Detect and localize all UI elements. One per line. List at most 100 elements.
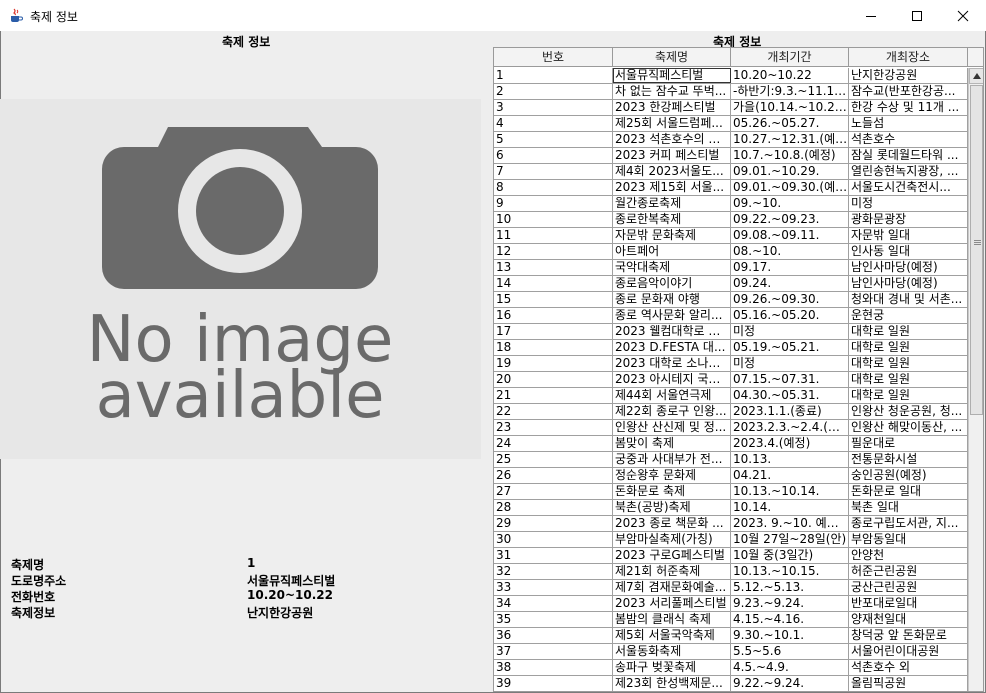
cell-venue[interactable]: 난지한강공원: [849, 68, 968, 83]
cell-number[interactable]: 28: [494, 500, 613, 515]
cell-venue[interactable]: 허준근린공원: [849, 564, 968, 579]
cell-number[interactable]: 10: [494, 212, 613, 227]
cell-venue[interactable]: 종로구립도서관, 지...: [849, 516, 968, 531]
cell-number[interactable]: 18: [494, 340, 613, 355]
cell-number[interactable]: 17: [494, 324, 613, 339]
cell-number[interactable]: 20: [494, 372, 613, 387]
cell-venue[interactable]: 대학로 일원: [849, 324, 968, 339]
cell-festival-name[interactable]: 봄맞이 축제: [613, 436, 731, 451]
cell-festival-name[interactable]: 부암마실축제(가칭): [613, 532, 731, 547]
table-row[interactable]: 16 종로 역사문화 알리... 05.16.~05.20. 운현궁: [494, 308, 968, 324]
table-row[interactable]: 14 종로음악이야기 09.24. 남인사마당(예정): [494, 276, 968, 292]
table-row[interactable]: 37 서울동화축제 5.5~5.6 서울어린이대공원: [494, 644, 968, 660]
cell-festival-name[interactable]: 제23회 한성백제문...: [613, 676, 731, 691]
cell-period[interactable]: 09.01.~09.30.(예정): [731, 180, 849, 195]
cell-venue[interactable]: 북촌 일대: [849, 500, 968, 515]
cell-period[interactable]: 09.24.: [731, 276, 849, 291]
cell-venue[interactable]: 양재천일대: [849, 612, 968, 627]
cell-festival-name[interactable]: 제7회 겸재문화예술...: [613, 580, 731, 595]
cell-period[interactable]: 4.5.~4.9.: [731, 660, 849, 675]
cell-number[interactable]: 26: [494, 468, 613, 483]
cell-number[interactable]: 6: [494, 148, 613, 163]
cell-festival-name[interactable]: 제44회 서울연극제: [613, 388, 731, 403]
cell-period[interactable]: 09.26.~09.30.: [731, 292, 849, 307]
cell-venue[interactable]: 대학로 일원: [849, 388, 968, 403]
cell-number[interactable]: 35: [494, 612, 613, 627]
cell-festival-name[interactable]: 종로한복축제: [613, 212, 731, 227]
cell-venue[interactable]: 인왕산 청운공원, 청...: [849, 404, 968, 419]
cell-venue[interactable]: 전통문화시설: [849, 452, 968, 467]
minimize-button[interactable]: [848, 0, 894, 31]
cell-period[interactable]: 10월 27일~28일(안): [731, 532, 849, 547]
cell-venue[interactable]: 서울어린이대공원: [849, 644, 968, 659]
table-row[interactable]: 25 궁중과 사대부가 전... 10.13. 전통문화시설: [494, 452, 968, 468]
cell-festival-name[interactable]: 2023 종로 책문화 ...: [613, 516, 731, 531]
column-header-number[interactable]: 번호: [494, 48, 613, 67]
table-row[interactable]: 27 돈화문로 축제 10.13.~10.14. 돈화문로 일대: [494, 484, 968, 500]
cell-venue[interactable]: 창덕궁 앞 돈화문로: [849, 628, 968, 643]
table-row[interactable]: 32023 한강페스티벌가을(10.14.~10.21.)...한강 수상 및 …: [494, 100, 968, 116]
cell-festival-name[interactable]: 2023 구로G페스티벌: [613, 548, 731, 563]
table-row[interactable]: 17 2023 웰컴대학로 축... 미정 대학로 일원: [494, 324, 968, 340]
cell-festival-name[interactable]: 2023 웰컴대학로 축...: [613, 324, 731, 339]
cell-period[interactable]: 5.5~5.6: [731, 644, 849, 659]
cell-venue[interactable]: 자문밖 일대: [849, 228, 968, 243]
cell-festival-name[interactable]: 2023 D.FESTA 대...: [613, 340, 731, 355]
cell-venue[interactable]: 대학로 일원: [849, 372, 968, 387]
cell-festival-name[interactable]: 종로 문화재 야행: [613, 292, 731, 307]
cell-festival-name[interactable]: 송파구 벚꽃축제: [613, 660, 731, 675]
cell-venue[interactable]: 필운대로: [849, 436, 968, 451]
cell-venue[interactable]: 석촌호수: [849, 132, 968, 147]
cell-festival-name[interactable]: 2023 서리풀페스티벌: [613, 596, 731, 611]
cell-venue[interactable]: 궁산근린공원: [849, 580, 968, 595]
cell-venue[interactable]: 청와대 경내 및 서촌...: [849, 292, 968, 307]
vertical-scrollbar[interactable]: [968, 68, 983, 691]
table-row[interactable]: 20 2023 아시테지 국제... 07.15.~07.31. 대학로 일원: [494, 372, 968, 388]
cell-number[interactable]: 9: [494, 196, 613, 211]
cell-number[interactable]: 34: [494, 596, 613, 611]
table-row[interactable]: 9 월간종로축제 09.~10. 미정: [494, 196, 968, 212]
table-row[interactable]: 4 제25회 서울드럼페... 05.26.~05.27. 노들섬: [494, 116, 968, 132]
table-row[interactable]: 10 종로한복축제 09.22.~09.23. 광화문광장: [494, 212, 968, 228]
cell-period[interactable]: 2023. 9.~10. 예정(...: [731, 516, 849, 531]
table-row[interactable]: 21 제44회 서울연극제 04.30.~05.31. 대학로 일원: [494, 388, 968, 404]
cell-period[interactable]: 미정: [731, 324, 849, 339]
cell-number[interactable]: 32: [494, 564, 613, 579]
cell-number[interactable]: 25: [494, 452, 613, 467]
table-row[interactable]: 29 2023 종로 책문화 ... 2023. 9.~10. 예정(... 종로구립…: [494, 516, 968, 532]
table-row[interactable]: 35 봄밤의 클래식 축제 4.15.~4.16. 양재천일대: [494, 612, 968, 628]
cell-festival-name[interactable]: 궁중과 사대부가 전...: [613, 452, 731, 467]
table-row[interactable]: 18 2023 D.FESTA 대... 05.19.~05.21. 대학로 일원: [494, 340, 968, 356]
column-header-festival-name[interactable]: 축제명: [613, 48, 731, 67]
cell-festival-name[interactable]: 돈화문로 축제: [613, 484, 731, 499]
table-row[interactable]: 13 국악대축제 09.17. 남인사마당(예정): [494, 260, 968, 276]
cell-number[interactable]: 8: [494, 180, 613, 195]
cell-number[interactable]: 11: [494, 228, 613, 243]
cell-period[interactable]: 2023.4.(예정): [731, 436, 849, 451]
cell-number[interactable]: 37: [494, 644, 613, 659]
cell-period[interactable]: 2023.1.1.(종료): [731, 404, 849, 419]
cell-period[interactable]: 10.7.~10.8.(예정): [731, 148, 849, 163]
cell-period[interactable]: 07.15.~07.31.: [731, 372, 849, 387]
table-row[interactable]: 32 제21회 허준축제 10.13.~10.15. 허준근린공원: [494, 564, 968, 580]
cell-venue[interactable]: 대학로 일원: [849, 340, 968, 355]
cell-number[interactable]: 3: [494, 100, 613, 115]
cell-number[interactable]: 1: [494, 68, 613, 83]
cell-festival-name[interactable]: 국악대축제: [613, 260, 731, 275]
cell-period[interactable]: 05.19.~05.21.: [731, 340, 849, 355]
table-row[interactable]: 7 제4회 2023서울도... 09.01.~10.29. 열린송현녹지광장, ..…: [494, 164, 968, 180]
cell-festival-name[interactable]: 제4회 2023서울도...: [613, 164, 731, 179]
cell-festival-name[interactable]: 2023 한강페스티벌: [613, 100, 731, 115]
cell-period[interactable]: 9.22.~9.24.: [731, 676, 849, 691]
table-row[interactable]: 5 2023 석촌호수의 가... 10.27.~12.31.(예정) 석촌호수: [494, 132, 968, 148]
cell-venue[interactable]: 미정: [849, 196, 968, 211]
column-header-period[interactable]: 개최기간: [731, 48, 849, 67]
cell-period[interactable]: 04.30.~05.31.: [731, 388, 849, 403]
table-row[interactable]: 8 2023 제15회 서울... 09.01.~09.30.(예정) 서울도시건축…: [494, 180, 968, 196]
cell-festival-name[interactable]: 정순왕후 문화제: [613, 468, 731, 483]
cell-venue[interactable]: 서울도시건축전시...: [849, 180, 968, 195]
cell-number[interactable]: 16: [494, 308, 613, 323]
table-row[interactable]: 2차 없는 잠수교 뚜벅... -하반기:9.3.~11.12. ... 잠수교(반…: [494, 84, 968, 100]
cell-festival-name[interactable]: 2023 석촌호수의 가...: [613, 132, 731, 147]
cell-festival-name[interactable]: 차 없는 잠수교 뚜벅...: [613, 84, 731, 99]
